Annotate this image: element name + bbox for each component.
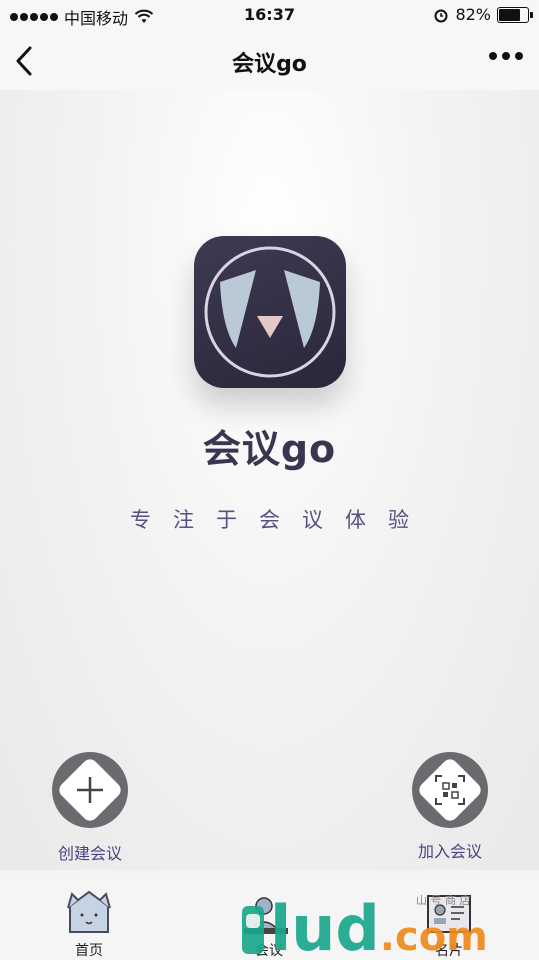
status-right: 82% <box>433 5 533 24</box>
more-button[interactable] <box>489 52 523 60</box>
app-slogan: 专注于会议体验 <box>130 508 431 532</box>
join-meeting-button[interactable] <box>412 752 488 828</box>
alarm-icon <box>434 9 448 22</box>
qr-scan-icon <box>435 775 465 805</box>
page-title: 会议go <box>232 52 307 77</box>
tab-home[interactable]: 首页 <box>44 880 134 960</box>
watermark-small-text: 山 号 商 店 <box>416 893 471 907</box>
tab-home-label: 首页 <box>75 943 103 959</box>
plus-icon <box>77 777 103 803</box>
app-logo-icon <box>194 236 346 388</box>
house-icon <box>67 890 111 933</box>
battery-percent: 82% <box>455 5 491 24</box>
watermark-logo: lud.com 山 号 商 店 <box>242 892 488 956</box>
battery-icon <box>497 6 533 23</box>
navigation-bar: 会议go <box>0 32 539 90</box>
join-meeting-label[interactable]: 加入会议 <box>390 838 510 862</box>
create-meeting-label[interactable]: 创建会议 <box>30 840 150 864</box>
status-bar: 中国移动 16:37 82% <box>0 0 539 32</box>
create-meeting-button[interactable] <box>52 752 128 828</box>
app-name: 会议go <box>202 427 337 471</box>
more-dots-icon <box>489 52 497 60</box>
battery-fill <box>499 8 520 21</box>
